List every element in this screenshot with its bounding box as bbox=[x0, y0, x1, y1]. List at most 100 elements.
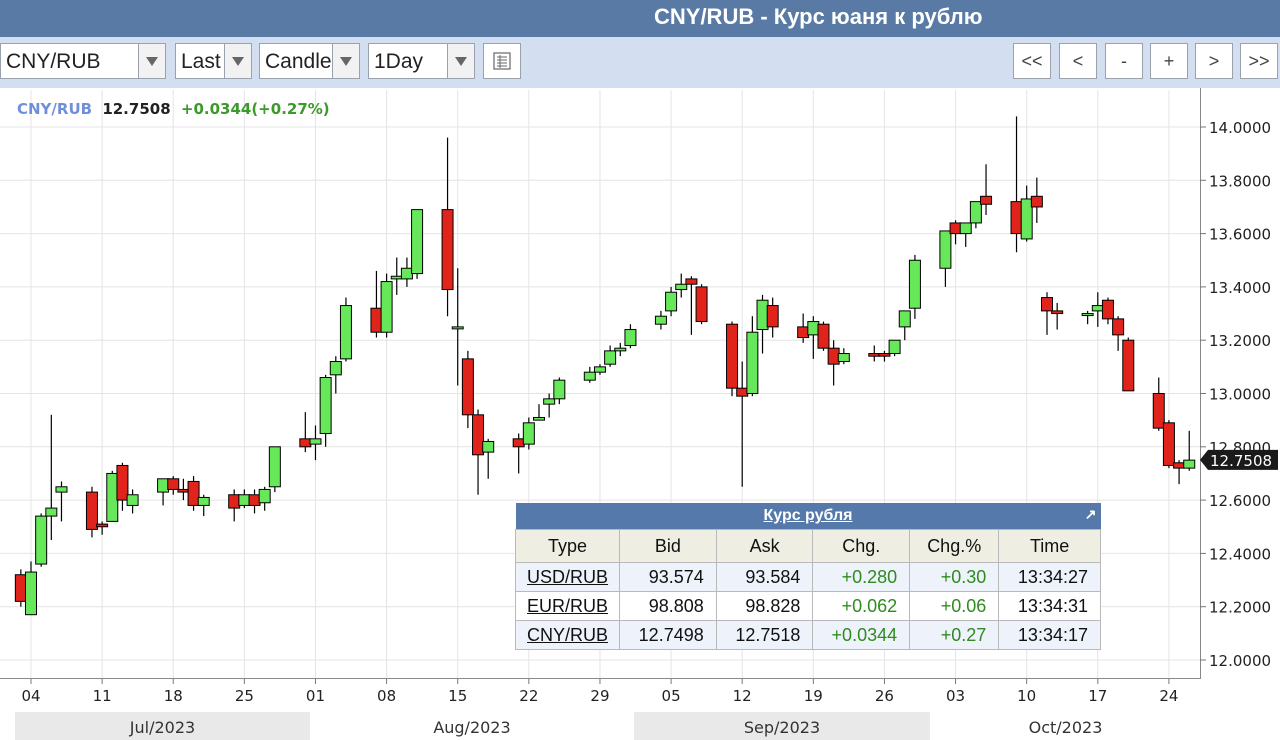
col-header-bid: Bid bbox=[619, 529, 717, 563]
candle-body bbox=[868, 353, 881, 357]
candle-body bbox=[116, 464, 129, 501]
candle-body bbox=[126, 494, 139, 506]
candle-body bbox=[400, 267, 413, 280]
candle-body bbox=[197, 496, 210, 506]
candle-body bbox=[543, 398, 556, 405]
candle-body bbox=[797, 326, 810, 339]
candle-body bbox=[685, 278, 698, 285]
col-header-time: Time bbox=[998, 529, 1101, 563]
x-tick-label: 04 bbox=[21, 687, 40, 705]
candle-body bbox=[14, 574, 27, 602]
y-tick-label: 12.4000 bbox=[1209, 545, 1271, 563]
candle-body bbox=[949, 222, 962, 235]
candle-body bbox=[441, 209, 454, 291]
table-row: USD/RUB 93.574 93.584 +0.280 +0.30 13:34… bbox=[514, 562, 1101, 592]
candle-body bbox=[228, 494, 241, 509]
y-tick-label: 13.8000 bbox=[1209, 172, 1271, 190]
x-tick-label: 17 bbox=[1088, 687, 1107, 705]
candle-body bbox=[238, 494, 251, 506]
candle-body bbox=[533, 416, 545, 421]
quote-table-caption[interactable]: Курс рубля ↗ bbox=[515, 503, 1101, 530]
row-chg-pct: +0.27 bbox=[909, 620, 1000, 650]
candle-body bbox=[1030, 195, 1043, 208]
candle-body bbox=[411, 209, 424, 275]
x-tick-label: 10 bbox=[1017, 687, 1036, 705]
candle-body bbox=[167, 478, 180, 490]
x-tick-label: 24 bbox=[1159, 687, 1178, 705]
candle-body bbox=[624, 329, 637, 347]
candle-body bbox=[106, 472, 119, 522]
col-header-type: Type bbox=[514, 529, 621, 563]
external-link-icon[interactable]: ↗ bbox=[1085, 506, 1097, 523]
candle-body bbox=[1020, 198, 1033, 240]
candle-body bbox=[309, 438, 322, 445]
row-ask: 93.584 bbox=[715, 562, 814, 592]
row-time: 13:34:31 bbox=[998, 591, 1101, 621]
candle-body bbox=[827, 347, 840, 365]
x-tick-label: 15 bbox=[448, 687, 467, 705]
month-bands: Jul/2023 Aug/2023 Sep/2023 Oct/2023 bbox=[15, 712, 1201, 740]
candle-body bbox=[248, 494, 261, 506]
x-tick-label: 08 bbox=[377, 687, 396, 705]
candle-body bbox=[1152, 393, 1165, 429]
candle-body bbox=[654, 315, 667, 325]
x-axis: 04 11 18 25 01 08 15 22 29 05 12 19 26 03 10 17 24 bbox=[21, 679, 1178, 705]
candle-body bbox=[482, 440, 495, 453]
candle-body bbox=[665, 291, 678, 312]
x-tick-label: 19 bbox=[804, 687, 823, 705]
candle-body bbox=[837, 353, 850, 363]
legend-symbol: CNY/RUB bbox=[17, 100, 92, 118]
candle-body bbox=[888, 339, 901, 355]
candle-body bbox=[25, 571, 37, 616]
candle-body bbox=[1010, 201, 1023, 235]
row-ask: 12.7518 bbox=[715, 620, 814, 650]
row-chg: +0.062 bbox=[812, 591, 911, 621]
quote-table: Курс рубля ↗ Type Bid Ask Chg. Chg.% Time… bbox=[514, 503, 1101, 650]
candle-body bbox=[908, 259, 921, 309]
y-tick-label: 14.0000 bbox=[1209, 119, 1271, 137]
y-tick-label: 13.4000 bbox=[1209, 279, 1271, 297]
candle-body bbox=[980, 195, 993, 205]
y-tick-label: 12.0000 bbox=[1209, 652, 1271, 670]
candle-body bbox=[726, 323, 739, 389]
candle-body bbox=[329, 361, 342, 376]
y-tick-label: 13.0000 bbox=[1209, 386, 1271, 404]
x-tick-label: 22 bbox=[519, 687, 538, 705]
candle-body bbox=[736, 387, 749, 397]
candle-body bbox=[1041, 297, 1053, 312]
quote-table-caption-text[interactable]: Курс рубля bbox=[763, 507, 852, 524]
row-symbol-link[interactable]: EUR/RUB bbox=[514, 591, 621, 621]
candle-body bbox=[1183, 459, 1196, 469]
candle-body bbox=[695, 286, 708, 323]
candle-body bbox=[522, 422, 535, 445]
col-header-ask: Ask bbox=[715, 529, 814, 563]
quote-legend: CNY/RUB 12.7508 +0.0344(+0.27%) bbox=[17, 100, 330, 118]
candle-body bbox=[817, 323, 830, 349]
candle-body bbox=[898, 310, 911, 328]
x-tick-label: 18 bbox=[164, 687, 183, 705]
row-symbol-link[interactable]: USD/RUB bbox=[514, 562, 621, 592]
candle-body bbox=[370, 307, 383, 333]
candle-body bbox=[268, 446, 281, 488]
candle-body bbox=[461, 358, 474, 416]
candle-body bbox=[1101, 299, 1114, 320]
row-chg-pct: +0.30 bbox=[909, 562, 1000, 592]
row-time: 13:34:27 bbox=[998, 562, 1101, 592]
candle-body bbox=[319, 377, 332, 434]
x-tick-label: 12 bbox=[733, 687, 752, 705]
candle-body bbox=[675, 283, 688, 291]
candle-body bbox=[604, 350, 617, 365]
month-label: Oct/2023 bbox=[1029, 718, 1103, 737]
x-tick-label: 29 bbox=[590, 687, 609, 705]
legend-last: 12.7508 bbox=[102, 100, 170, 118]
row-chg-pct: +0.06 bbox=[909, 591, 1000, 621]
candle-body bbox=[807, 321, 820, 336]
month-label: Sep/2023 bbox=[744, 718, 820, 737]
row-bid: 98.808 bbox=[619, 591, 717, 621]
candle-body bbox=[593, 366, 606, 373]
x-tick-label: 25 bbox=[235, 687, 254, 705]
candle-body bbox=[553, 379, 566, 400]
candle-body bbox=[96, 523, 109, 528]
row-symbol-link[interactable]: CNY/RUB bbox=[514, 620, 621, 650]
candle-body bbox=[258, 488, 271, 504]
